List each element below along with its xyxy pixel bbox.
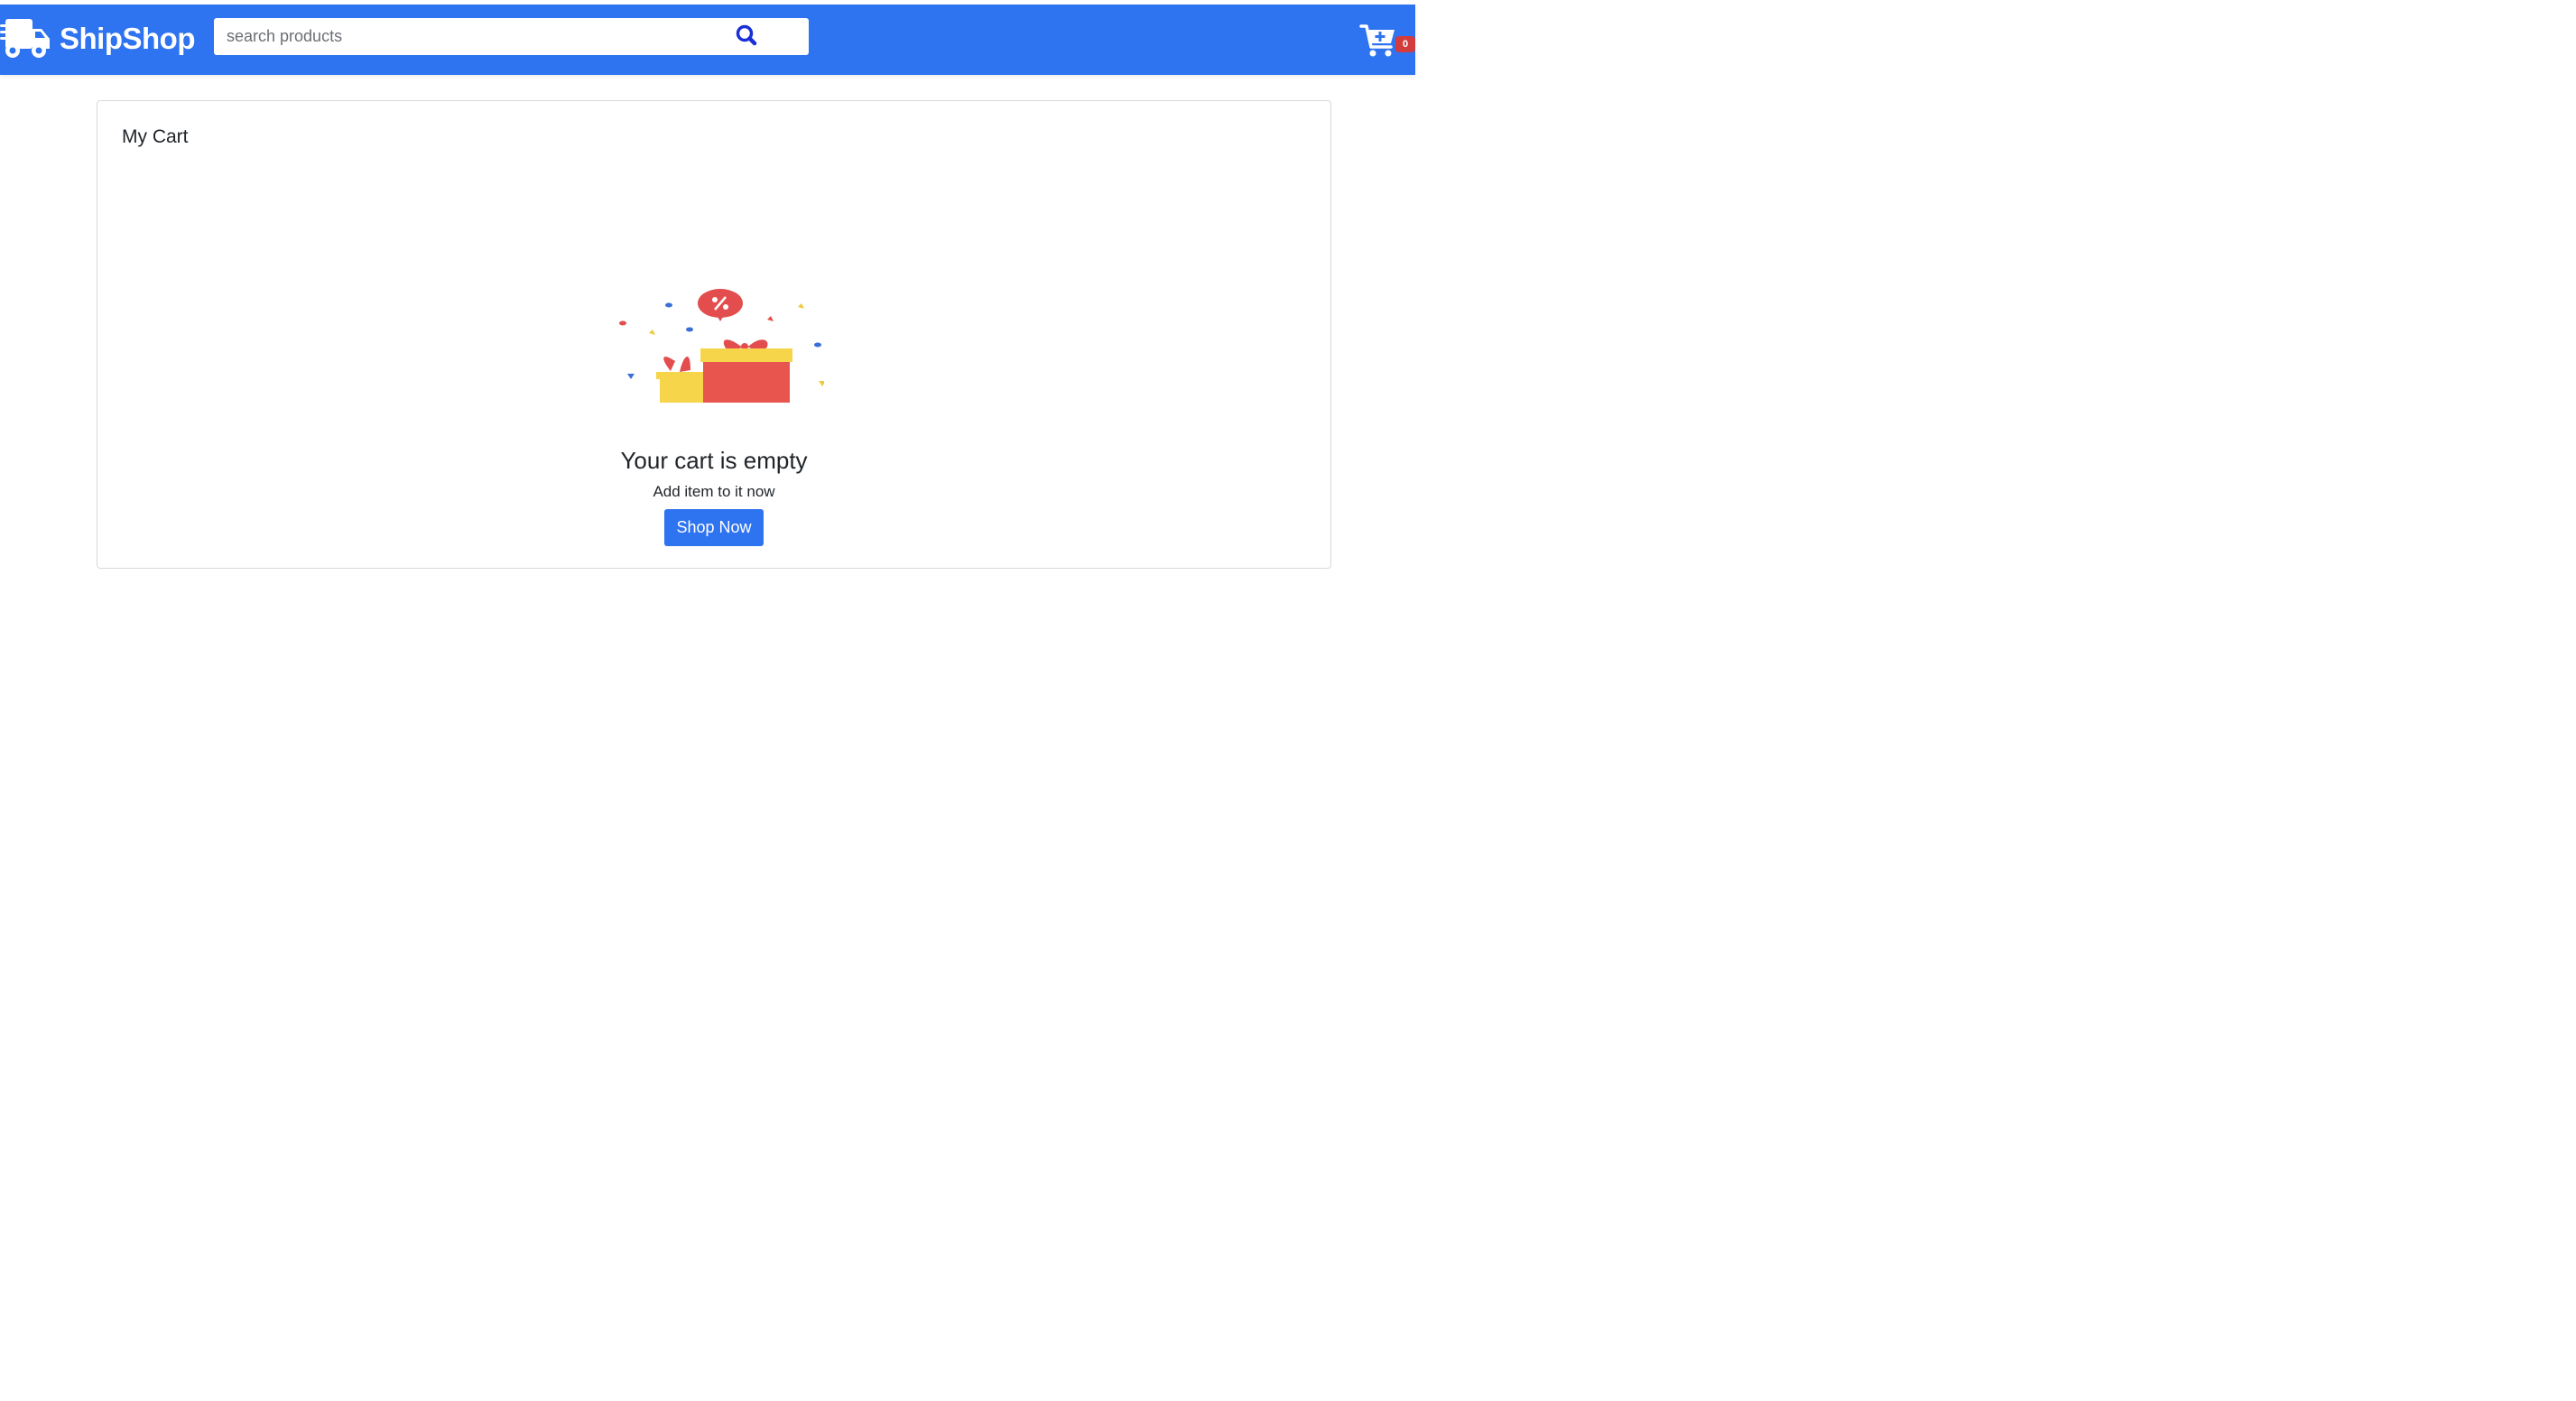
search-form (214, 18, 809, 55)
cart-button[interactable]: 0 (1359, 23, 1415, 62)
search-input[interactable] (214, 18, 719, 55)
shop-now-button[interactable]: Shop Now (664, 509, 764, 546)
brand-name: ShipShop (60, 22, 195, 55)
cart-card: My Cart Your cart is empty Add item to i… (97, 100, 1331, 569)
search-button[interactable] (732, 22, 763, 52)
empty-cart-title: Your cart is empty (620, 447, 808, 474)
navbar: ShipShop 0 (0, 5, 1415, 75)
page-title: My Cart (122, 126, 189, 147)
brand-link[interactable]: ShipShop (0, 15, 195, 62)
delivery-truck-icon (0, 16, 51, 61)
gift-boxes-illustration (607, 283, 826, 410)
cart-plus-icon (1359, 24, 1399, 62)
empty-cart-subtitle: Add item to it now (653, 483, 775, 500)
search-icon (732, 24, 763, 55)
cart-count-badge: 0 (1395, 36, 1415, 52)
